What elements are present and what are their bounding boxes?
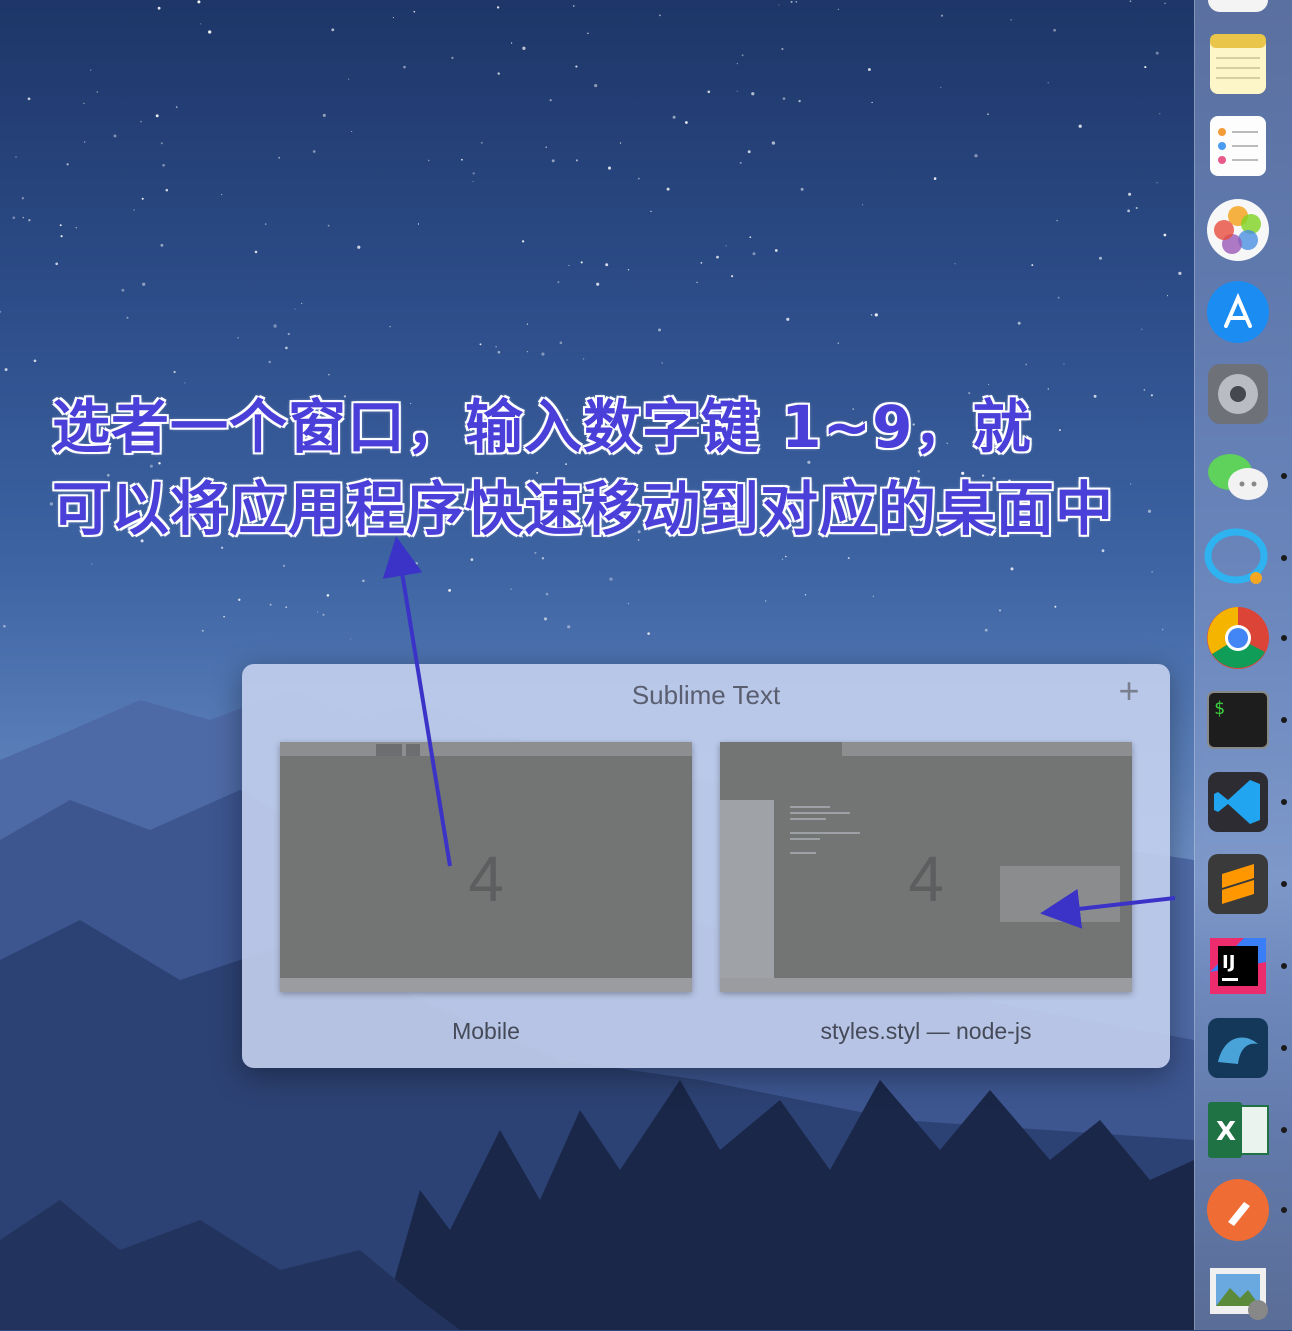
- code-line: [790, 832, 860, 834]
- dock-item-visual-studio-code[interactable]: [1204, 768, 1272, 836]
- window-title-label: Mobile: [452, 1018, 520, 1044]
- running-indicator: [1281, 881, 1287, 887]
- app-windows-switcher: Sublime Text + 4 Mobile 4 styles.styl — …: [242, 664, 1170, 1068]
- running-indicator: [1281, 635, 1287, 641]
- excel-glyph: X: [1216, 1117, 1236, 1147]
- dock-item-calendar[interactable]: [1204, 0, 1272, 16]
- editor-tab: [376, 744, 402, 756]
- chat-bubble-icon: [1204, 528, 1268, 584]
- postman-icon: [1207, 1179, 1269, 1241]
- running-indicator: [1281, 1127, 1287, 1133]
- running-indicator: [1281, 555, 1287, 561]
- editor-tab: [406, 744, 420, 756]
- app-store-icon: [1207, 281, 1269, 343]
- dock-item-notes[interactable]: [1204, 30, 1272, 98]
- switcher-app-title: Sublime Text: [631, 680, 781, 710]
- dock-item-google-chrome[interactable]: [1204, 604, 1272, 672]
- wechat-icon: [1208, 454, 1268, 500]
- chrome-icon: [1207, 607, 1269, 669]
- dock-item-wechat[interactable]: [1204, 442, 1272, 510]
- dock-item-sublime-text[interactable]: [1204, 850, 1272, 918]
- dock-item-app-store[interactable]: [1204, 278, 1272, 346]
- desktop-number: 4: [908, 843, 944, 915]
- window-statusbar: [280, 978, 692, 992]
- dock-item-photos[interactable]: [1204, 196, 1272, 264]
- code-line: [790, 806, 830, 808]
- window-title-label: styles.styl — node-js: [820, 1018, 1032, 1044]
- running-indicator: [1281, 473, 1287, 479]
- code-line: [790, 818, 826, 820]
- annotation-line-2: 可以将应用程序快速移动到对应的桌面中: [51, 474, 1115, 544]
- dock-item-terminal[interactable]: $: [1204, 686, 1272, 754]
- preview-icon: [1210, 1268, 1268, 1320]
- running-indicator: [1281, 799, 1287, 805]
- dock-item-postman[interactable]: [1204, 1176, 1272, 1244]
- vscode-icon: [1208, 772, 1268, 832]
- window-thumbnail-mobile[interactable]: 4: [280, 742, 692, 992]
- intellij-glyph: IJ: [1222, 952, 1235, 973]
- dock-item-system-preferences[interactable]: [1204, 360, 1272, 428]
- dock-item-reminders[interactable]: [1204, 112, 1272, 180]
- dock-item-microsoft-excel[interactable]: X: [1204, 1096, 1272, 1164]
- running-indicator: [1281, 1207, 1287, 1213]
- running-indicator: [1281, 963, 1287, 969]
- dock-item-qq-chat[interactable]: [1204, 524, 1272, 592]
- add-window-button[interactable]: +: [1114, 673, 1144, 709]
- running-indicator: [1281, 1045, 1287, 1051]
- reminders-icon: [1210, 116, 1266, 176]
- dock-item-preview[interactable]: [1204, 1258, 1272, 1326]
- window-titlebar: [842, 742, 1132, 756]
- notes-icon: [1210, 34, 1266, 94]
- desktop-number: 4: [468, 843, 504, 915]
- calendar-icon: [1208, 0, 1268, 12]
- window-thumbnail-styles[interactable]: 4: [720, 742, 1132, 992]
- code-line: [790, 812, 850, 814]
- intellij-icon: IJ: [1210, 938, 1266, 994]
- dock-item-intellij-idea[interactable]: IJ: [1204, 932, 1272, 1000]
- code-line: [790, 838, 820, 840]
- photos-icon: [1207, 199, 1269, 261]
- window-statusbar: [720, 978, 1132, 992]
- terminal-icon: $: [1207, 691, 1269, 749]
- window-titlebar: [280, 742, 692, 756]
- mysql-workbench-icon: [1208, 1018, 1268, 1078]
- annotation-line-1: 选者一个窗口，输入数字键 1~9，就: [51, 392, 1032, 462]
- dock-item-mysql-workbench[interactable]: [1204, 1014, 1272, 1082]
- system-preferences-icon: [1208, 364, 1268, 424]
- terminal-prompt: $: [1214, 698, 1225, 719]
- sublime-text-icon: [1208, 854, 1268, 914]
- running-indicator: [1281, 717, 1287, 723]
- excel-icon: X: [1208, 1102, 1269, 1158]
